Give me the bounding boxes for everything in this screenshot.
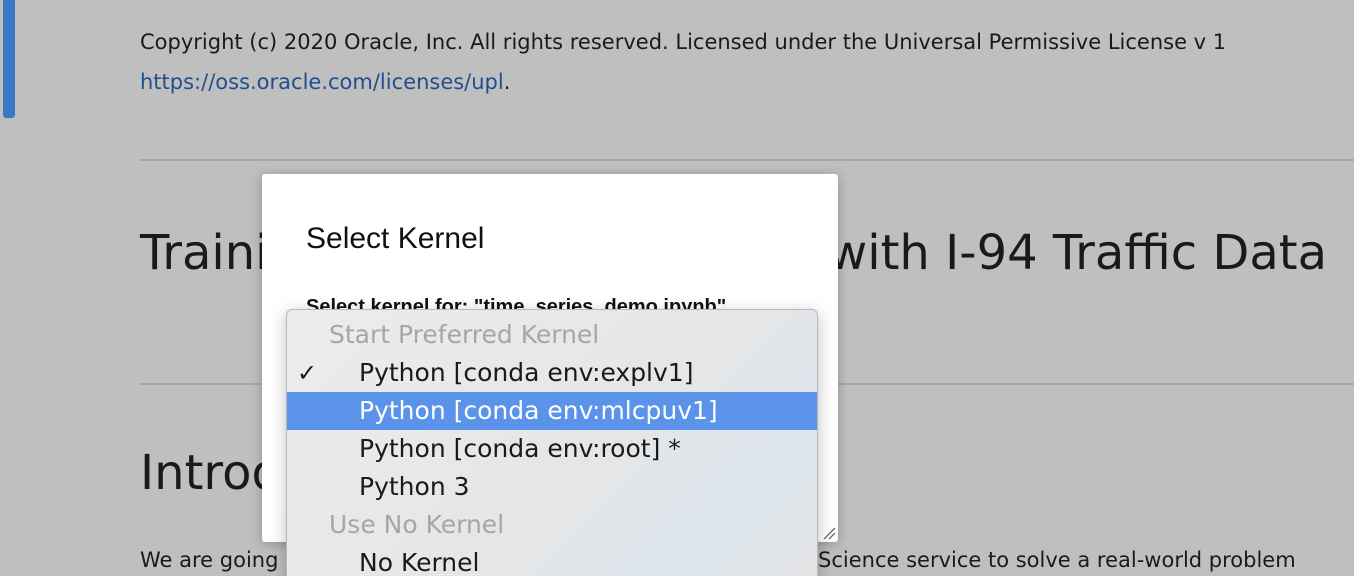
heading-left: Traini [140, 225, 269, 281]
kernel-option-label: Python [conda env:root] * [359, 434, 681, 463]
dialog-title: Select Kernel [306, 222, 485, 255]
notebook-page: Copyright (c) 2020 Oracle, Inc. All righ… [0, 0, 1354, 576]
body-text-left: We are going [140, 548, 279, 572]
license-period: . [503, 70, 511, 94]
active-cell-marker [3, 0, 15, 118]
kernel-select-dropdown[interactable]: Start Preferred Kernel ✓ Python [conda e… [286, 309, 818, 576]
license-line: https://oss.oracle.com/licenses/upl. [140, 70, 510, 94]
kernel-option-label: Python 3 [359, 472, 470, 501]
kernel-option-mlcpuv1[interactable]: Python [conda env:mlcpuv1] [287, 392, 817, 430]
checkmark-icon: ✓ [297, 359, 318, 387]
body-text-right: Science service to solve a real-world pr… [818, 548, 1296, 572]
kernel-option-python3[interactable]: Python 3 [287, 468, 817, 506]
option-group-no-kernel: Use No Kernel [329, 510, 505, 539]
license-link[interactable]: https://oss.oracle.com/licenses/upl [140, 70, 504, 94]
kernel-option-label: Python [conda env:mlcpuv1] [359, 396, 718, 425]
resize-grip-icon[interactable] [822, 526, 836, 540]
copyright-text: Copyright (c) 2020 Oracle, Inc. All righ… [140, 30, 1227, 54]
kernel-option-explv1[interactable]: ✓ Python [conda env:explv1] [287, 354, 817, 392]
kernel-option-root[interactable]: Python [conda env:root] * [287, 430, 817, 468]
option-group-preferred: Start Preferred Kernel [329, 320, 600, 349]
kernel-option-label: No Kernel [359, 548, 480, 576]
kernel-option-no-kernel[interactable]: No Kernel [287, 544, 817, 576]
divider [140, 159, 1354, 161]
intro-heading: Introd [140, 445, 282, 501]
kernel-option-label: Python [conda env:explv1] [359, 358, 694, 387]
heading-right: with I-94 Traffic Data [828, 225, 1327, 281]
